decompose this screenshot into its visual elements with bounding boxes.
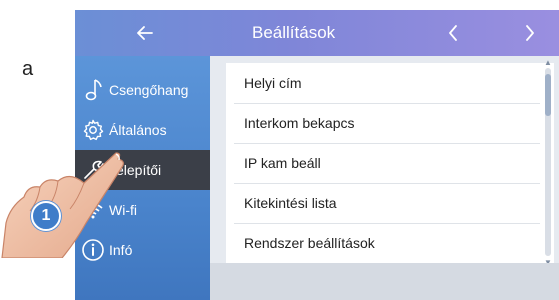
list-item-intercom-enable[interactable]: Interkom bekapcs [226, 103, 544, 143]
scrollbar[interactable]: ▲ ▼ [544, 58, 552, 267]
top-bar: Beállítások [75, 10, 559, 56]
list-item-label: Interkom bekapcs [244, 115, 355, 131]
step-number-badge: 1 [31, 201, 61, 231]
list-item-system-settings[interactable]: Rendszer beállítások [226, 223, 544, 263]
intercom-screen: Beállítások Csengőhang Általános Telepít… [75, 10, 559, 300]
sidebar-item-ringtone[interactable]: Csengőhang [75, 70, 210, 110]
list-item-view-list[interactable]: Kitekintési lista [226, 183, 544, 223]
chevron-left-icon [449, 24, 457, 41]
back-button[interactable] [125, 10, 165, 56]
next-page-button[interactable] [515, 10, 545, 56]
chevron-right-icon [526, 24, 534, 41]
music-note-icon [81, 78, 105, 102]
scrollbar-thumb[interactable] [545, 74, 551, 116]
list-item-label: Rendszer beállítások [244, 235, 375, 251]
pointing-hand-icon [1, 152, 124, 258]
list-item-local-address[interactable]: Helyi cím [226, 63, 544, 103]
sidebar-item-label: Csengőhang [109, 82, 189, 98]
previous-page-button[interactable] [438, 10, 468, 56]
settings-list: Helyi cím Interkom bekapcs IP kam beáll … [226, 63, 554, 263]
cropped-edge-text: a [22, 58, 34, 80]
page-title: Beállítások [252, 23, 336, 42]
list-item-label: IP kam beáll [244, 155, 321, 171]
footer-area [210, 263, 559, 300]
scroll-up-icon: ▲ [544, 58, 552, 67]
list-item-ip-camera-setup[interactable]: IP kam beáll [226, 143, 544, 183]
list-item-label: Kitekintési lista [244, 195, 337, 211]
arrow-left-icon [137, 25, 153, 40]
list-item-label: Helyi cím [244, 75, 302, 91]
